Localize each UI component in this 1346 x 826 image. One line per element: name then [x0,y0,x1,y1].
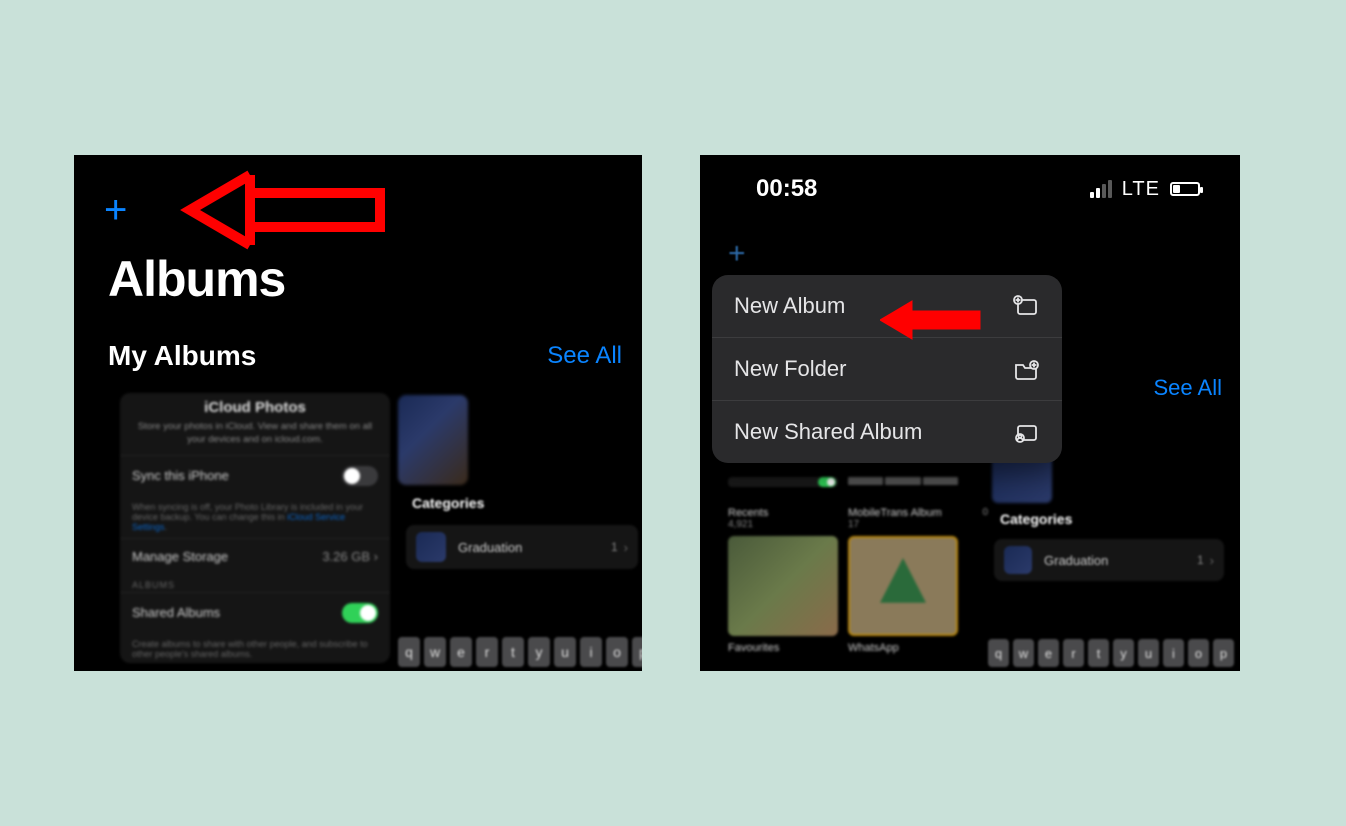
signal-icon [1090,180,1112,198]
new-shared-album-label: New Shared Album [734,419,922,445]
folder-plus-icon [1012,357,1040,381]
new-folder-item[interactable]: New Folder [712,338,1062,401]
key-r[interactable]: r [476,637,498,667]
album-plus-icon [1012,294,1040,318]
battery-icon [1170,182,1200,196]
key-p[interactable]: p [632,637,642,667]
my-albums-title: My Albums [108,340,256,372]
key-q[interactable]: q [398,637,420,667]
add-button[interactable]: + [728,237,746,271]
key-i[interactable]: i [580,637,602,667]
category-thumb [1004,546,1032,574]
key-u[interactable]: u [1138,639,1159,667]
status-bar: 00:58 LTE [700,169,1240,209]
sync-label: Sync this iPhone [132,468,229,483]
see-all-link[interactable]: See All [1154,375,1223,401]
key-p[interactable]: p [1213,639,1234,667]
icloud-settings-card: iCloud Photos Store your photos in iClou… [120,393,390,663]
icloud-photos-title: iCloud Photos [120,393,390,416]
shared-album-icon [1012,420,1040,444]
see-all-link[interactable]: See All [547,342,622,370]
page-title: Albums [108,250,285,308]
key-u[interactable]: u [554,637,576,667]
add-menu-popover: New Album New Folder New Shared Album [712,275,1062,463]
manage-storage-label: Manage Storage [132,549,228,564]
mobiletrans-thumb[interactable] [848,536,958,636]
new-shared-album-item[interactable]: New Shared Album [712,401,1062,463]
new-folder-label: New Folder [734,356,846,382]
new-album-label: New Album [734,293,845,319]
icloud-photos-desc: Store your photos in iCloud. View and sh… [120,416,390,455]
key-w[interactable]: w [1013,639,1034,667]
phone-screenshot-left: + Albums My Albums See All iCloud Photos… [74,155,642,671]
sync-iphone-row[interactable]: Sync this iPhone [120,455,390,496]
annotation-arrow-icon [130,165,390,255]
shared-albums-row[interactable]: Shared Albums [120,592,390,633]
key-r[interactable]: r [1063,639,1084,667]
chevron-right-icon: › [624,540,628,555]
categories-label: Categories [412,495,484,511]
phone-screenshot-right: 00:58 LTE + Recents 4,921 Favourites [700,155,1240,671]
category-count: 1 [611,540,618,554]
album-thumbnail[interactable] [398,395,468,485]
category-item-graduation[interactable]: Graduation 1 › [406,525,638,569]
key-i[interactable]: i [1163,639,1184,667]
network-label: LTE [1122,178,1160,201]
mobiletrans-label: MobileTrans Album [848,507,958,519]
category-name: Graduation [1044,553,1108,568]
key-t[interactable]: t [1088,639,1109,667]
recents-thumb[interactable] [728,536,838,636]
key-o[interactable]: o [1188,639,1209,667]
shared-toggle-bg [818,477,836,487]
shared-albums-label: Shared Albums [132,605,220,620]
key-y[interactable]: y [1113,639,1134,667]
sync-toggle[interactable] [342,466,378,486]
shared-albums-note: Create albums to share with other people… [120,633,390,665]
status-time: 00:58 [756,175,817,203]
category-count: 1 [1197,553,1204,567]
key-t[interactable]: t [502,637,524,667]
category-name: Graduation [458,540,522,555]
recents-label: Recents [728,507,838,519]
recents-count: 4,921 [728,519,838,530]
key-q[interactable]: q [988,639,1009,667]
sync-note: When syncing is off, your Photo Library … [120,496,390,538]
keyboard-row[interactable]: q w e r t y u i o p [988,639,1234,667]
category-item-graduation[interactable]: Graduation 1 › [994,539,1224,581]
whatsapp-label: WhatsApp [848,642,958,654]
add-button[interactable]: + [104,190,127,230]
new-album-item[interactable]: New Album [712,275,1062,338]
keyboard-row[interactable]: q w e r t y u i o p [398,637,642,667]
mobiletrans-count: 17 [848,519,958,530]
key-e[interactable]: e [1038,639,1059,667]
key-w[interactable]: w [424,637,446,667]
manage-storage-row[interactable]: Manage Storage 3.26 GB › [120,538,390,574]
category-thumb [416,532,446,562]
key-o[interactable]: o [606,637,628,667]
key-y[interactable]: y [528,637,550,667]
albums-header-label: ALBUMS [120,574,390,592]
shared-albums-toggle[interactable] [342,603,378,623]
key-e[interactable]: e [450,637,472,667]
favourites-label: Favourites [728,642,838,654]
categories-label: Categories [1000,511,1072,527]
chevron-right-icon: › [1210,553,1214,568]
section-header: My Albums See All [108,340,622,372]
chevron-right-icon: › [374,549,378,564]
